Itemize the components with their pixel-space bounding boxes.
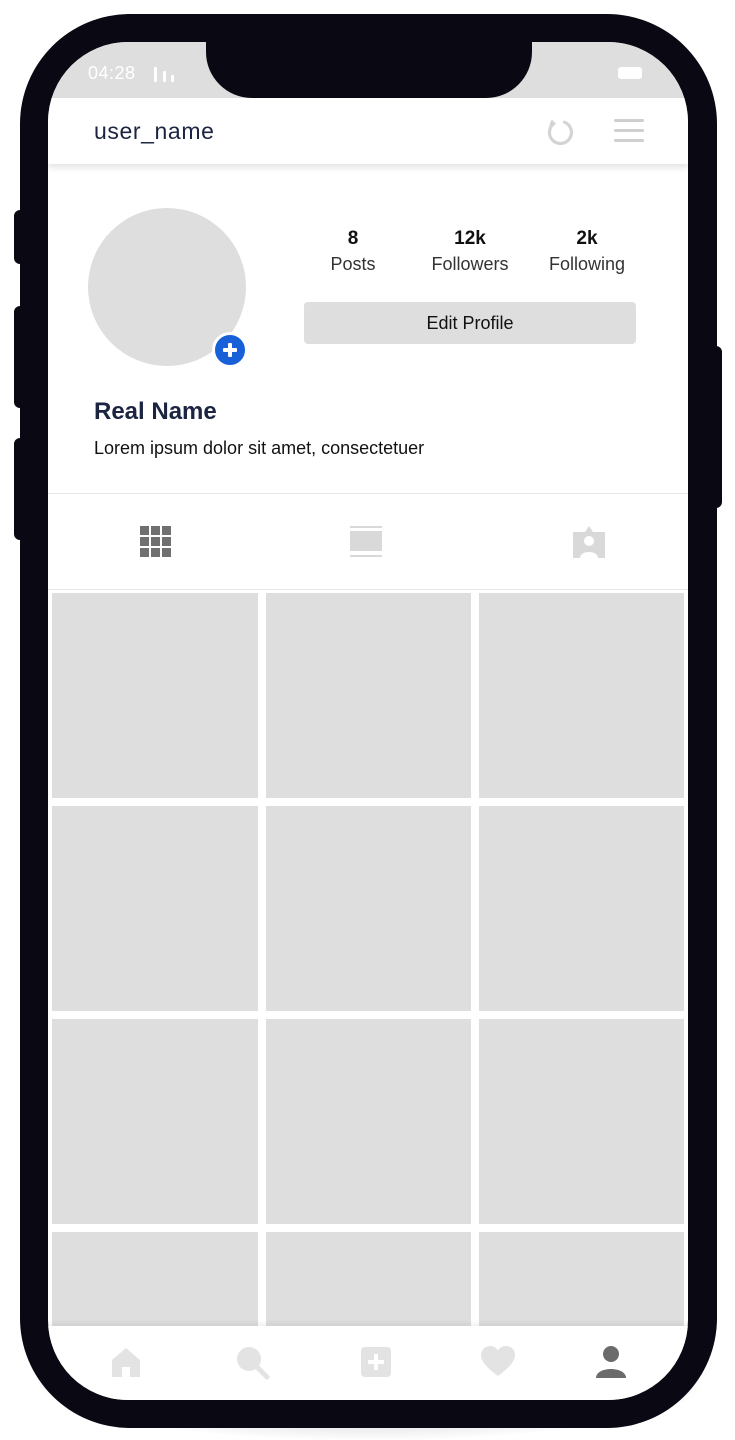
status-bar: 04:28 [48,42,688,98]
stage: 04:28 user_name 8 Posts 12k Followers 2k… [0,0,735,1440]
username[interactable]: user_name [94,118,214,145]
hamburger-menu-icon[interactable] [614,119,646,145]
real-name: Real Name [94,398,217,425]
battery-icon [618,67,642,79]
grid-icon [140,526,172,558]
grid-cell[interactable] [479,593,684,798]
stat-following-value: 2k [576,228,598,249]
grid-cell[interactable] [52,593,258,798]
bottom-nav [48,1326,688,1400]
grid-cell[interactable] [479,1019,684,1224]
home-icon[interactable] [108,1344,144,1380]
grid-cell[interactable] [52,806,258,1011]
tab-feed[interactable] [262,494,474,590]
refresh-icon[interactable] [545,116,577,148]
stat-posts-value: 8 [347,228,359,249]
screen: 04:28 user_name 8 Posts 12k Followers 2k… [48,42,688,1400]
search-icon[interactable] [234,1344,270,1380]
stat-followers[interactable]: 12k Followers [410,228,530,275]
signal-bars-icon [154,66,178,82]
stat-posts-label: Posts [330,254,376,274]
profile-header: user_name [48,98,688,164]
camera-notch [206,42,532,98]
stat-following-label: Following [548,254,626,274]
photo-grid [48,591,688,1400]
stat-followers-value: 12k [454,228,486,249]
tab-grid[interactable] [48,494,260,590]
grid-cell[interactable] [266,593,471,798]
tagged-icon [573,526,605,558]
grid-cell[interactable] [479,806,684,1011]
status-time: 04:28 [88,63,136,83]
grid-cell[interactable] [266,1019,471,1224]
feed-icon [350,526,382,557]
stat-posts[interactable]: 8 Posts [293,228,413,275]
stat-followers-label: Followers [431,254,509,274]
grid-cell[interactable] [266,806,471,1011]
content-tabs [48,493,688,590]
phone-frame: 04:28 user_name 8 Posts 12k Followers 2k… [20,14,717,1428]
plus-circle-icon[interactable] [212,332,248,368]
add-post-icon[interactable] [358,1344,394,1380]
stat-following[interactable]: 2k Following [527,228,647,275]
profile-icon[interactable] [593,1344,629,1380]
heart-icon[interactable] [480,1344,516,1380]
edit-profile-button[interactable]: Edit Profile [304,302,636,344]
tab-tagged[interactable] [476,494,688,590]
grid-cell[interactable] [52,1019,258,1224]
bio-text: Lorem ipsum dolor sit amet, consectetuer [94,438,425,458]
